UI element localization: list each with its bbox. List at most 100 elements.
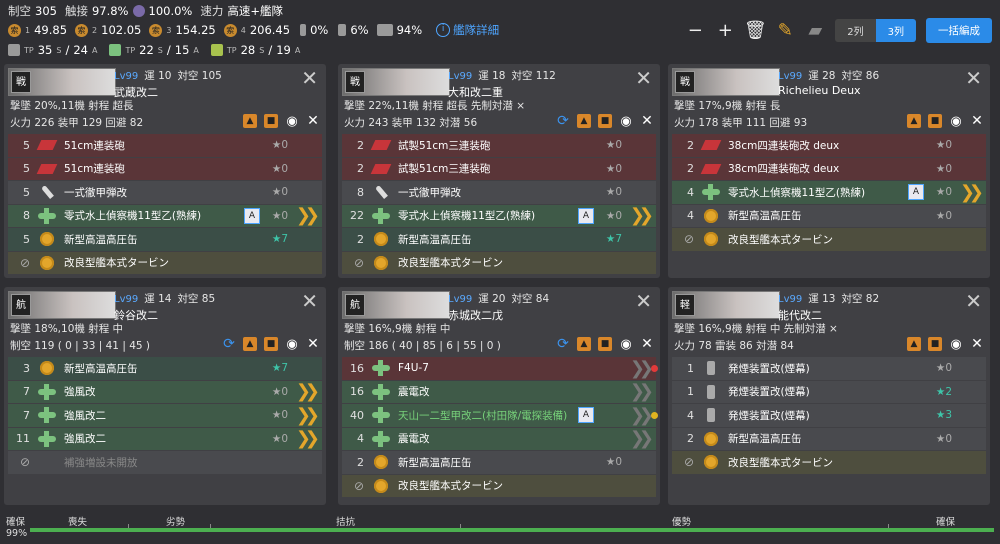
improvement-level: ★0 [935, 162, 952, 175]
equipment-slot[interactable]: 1 発煙装置改(煙幕) ★2 [672, 380, 986, 403]
eye-icon[interactable]: ◉ [285, 337, 299, 352]
supply-icon[interactable]: ▲ [907, 337, 921, 351]
equipment-slot[interactable]: 4 新型高温高圧缶 ★0 [672, 204, 986, 227]
slot-count: 7 [23, 385, 30, 399]
equipment-slot[interactable]: 5 51cm連装砲 ★0 [8, 157, 322, 180]
toolbox-icon[interactable]: ■ [598, 337, 612, 351]
equipment-slot[interactable]: 4 発煙装置改(煙幕) ★3 [672, 404, 986, 427]
clear-equip-icon[interactable]: ✕ [306, 336, 320, 352]
cards-icon[interactable]: ▰ [805, 20, 825, 41]
proficiency-chevron-icon: ❯❯ [959, 181, 984, 203]
refresh-icon[interactable]: ⟳ [222, 336, 236, 352]
equipment-slot[interactable]: 5 一式徹甲弾改 ★0 [8, 181, 322, 204]
fleet-detail-link[interactable]: i 艦隊詳細 [436, 22, 499, 38]
eye-icon[interactable]: ◉ [619, 337, 633, 352]
supply-icon[interactable]: ▲ [577, 114, 591, 128]
equipment-slot[interactable]: 22 零式水上偵察機11型乙(熟練) A ★0 ❯❯ [342, 204, 656, 227]
supply-icon[interactable]: ▲ [243, 114, 257, 128]
bulk-edit-button[interactable]: 一括編成 [926, 18, 992, 43]
supply-icon[interactable]: ▲ [243, 337, 257, 351]
ship-info: Lv99 運 10 対空 105 武蔵改二 [114, 70, 222, 99]
seaplane-icon [38, 430, 56, 447]
los-icon: 索 [149, 23, 163, 37]
equipment-slot[interactable]: ⊘ 補強増設未開放 [8, 451, 322, 474]
toolbox-icon[interactable]: ■ [598, 114, 612, 128]
slot-count: 3 [23, 361, 30, 375]
equipment-slot[interactable]: 2 38cm四連装砲改 deux ★0 [672, 134, 986, 157]
eye-icon[interactable]: ◉ [285, 114, 299, 129]
toolbox-icon[interactable]: ■ [264, 337, 278, 351]
remove-ship-button[interactable]: ✕ [965, 289, 982, 313]
equipment-slot[interactable]: 16 震電改 ❯❯ [342, 380, 656, 403]
remove-ship-button[interactable]: ✕ [965, 66, 982, 90]
supply-icon[interactable]: ▲ [577, 337, 591, 351]
column-toggle: 2列 3列 [835, 19, 916, 42]
equipment-slot[interactable]: 16 F4U-7 ❯❯ [342, 357, 658, 380]
equipment-slot[interactable]: 2 試製51cm三連装砲 ★0 [342, 134, 656, 157]
seaplane-icon [38, 383, 56, 400]
equipment-slot[interactable]: 5 51cm連装砲 ★0 [8, 134, 322, 157]
equipment-slot[interactable]: 7 強風改二 ★0 ❯❯ [8, 404, 322, 427]
plus-button[interactable]: + [715, 20, 735, 41]
col3-button[interactable]: 3列 [875, 19, 916, 42]
clear-equip-icon[interactable]: ✕ [640, 113, 654, 129]
refresh-icon[interactable]: ⟳ [556, 113, 570, 129]
equipment-slot[interactable]: 4 震電改 ❯❯ [342, 427, 656, 450]
ship-banner[interactable]: 戦 [342, 68, 450, 96]
equipment-slot[interactable]: 3 新型高温高圧缶 ★7 [8, 357, 322, 380]
equipment-slot[interactable]: 2 38cm四連装砲改 deux ★0 [672, 157, 986, 180]
toolbox-icon[interactable]: ■ [928, 114, 942, 128]
equipment-slot[interactable]: 11 強風改二 ★0 ❯❯ [8, 427, 322, 450]
clear-equip-icon[interactable]: ✕ [306, 113, 320, 129]
equipment-slot[interactable]: 2 試製51cm三連装砲 ★0 [342, 157, 656, 180]
clear-equip-icon[interactable]: ✕ [970, 336, 984, 352]
ship-banner[interactable]: 航 [342, 291, 450, 319]
eye-icon[interactable]: ◉ [949, 337, 963, 352]
equipment-slot[interactable]: 8 一式徹甲弾改 ★0 [342, 181, 656, 204]
improvement-level: ★0 [935, 362, 952, 375]
equipment-list: 16 F4U-7 ❯❯ 16 震電改 ❯❯ 40 天山一二型甲改二(村田隊/電探装備) A ❯❯ 4… [342, 357, 658, 498]
remove-ship-button[interactable]: ✕ [635, 66, 652, 90]
equipment-slot[interactable]: 7 強風改 ★0 ❯❯ [8, 380, 322, 403]
supply-icon[interactable]: ▲ [907, 114, 921, 128]
toolbox-icon[interactable]: ■ [264, 114, 278, 128]
remove-ship-button[interactable]: ✕ [301, 289, 318, 313]
equipment-slot[interactable]: ⊘ 改良型艦本式タービン [672, 451, 986, 474]
equipment-slot[interactable]: 1 発煙装置改(煙幕) ★0 [672, 357, 986, 380]
clear-equip-icon[interactable]: ✕ [640, 336, 654, 352]
clear-equip-icon[interactable]: ✕ [970, 113, 984, 129]
equipment-name: F4U-7 [398, 362, 429, 375]
equipment-slot[interactable]: 8 零式水上偵察機11型乙(熟練) A ★0 ❯❯ [8, 204, 322, 227]
equipment-slot[interactable]: ⊘ 改良型艦本式タービン [342, 474, 656, 497]
ship-banner[interactable]: 軽 [672, 291, 780, 319]
ship-name[interactable]: 鈴谷改二 [114, 307, 215, 323]
status-dot [651, 411, 658, 419]
ship-banner[interactable]: 戦 [672, 68, 780, 96]
remove-ship-button[interactable]: ✕ [301, 66, 318, 90]
trash-icon[interactable]: 🗑 [744, 20, 767, 41]
remove-ship-button[interactable]: ✕ [635, 289, 652, 313]
eye-icon[interactable]: ◉ [619, 114, 633, 129]
equipment-slot[interactable]: 4 零式水上偵察機11型乙(熟練) A ★0 ❯❯ [672, 181, 986, 204]
equipment-slot[interactable]: 2 新型高温高圧缶 ★0 [672, 427, 986, 450]
edit-note-icon[interactable]: ✎ [775, 20, 795, 41]
equipment-slot[interactable]: ⊘ 改良型艦本式タービン [672, 228, 986, 251]
toolbox-icon[interactable]: ■ [928, 337, 942, 351]
equipment-name: 発煙装置改(煙幕) [728, 362, 810, 375]
ship-name[interactable]: Richelieu Deux [778, 84, 879, 97]
equipment-slot[interactable]: ⊘ 改良型艦本式タービン [342, 251, 656, 274]
ship-banner[interactable]: 航 [8, 291, 116, 319]
sight-icon [132, 5, 145, 17]
equipment-slot[interactable]: 40 天山一二型甲改二(村田隊/電探装備) A ❯❯ [342, 404, 658, 427]
ship-banner[interactable]: 戦 [8, 68, 116, 96]
minus-button[interactable]: − [685, 20, 705, 41]
equipment-slot[interactable]: 2 新型高温高圧缶 ★7 [342, 228, 656, 251]
refresh-icon[interactable]: ⟳ [556, 336, 570, 352]
equipment-name: 改良型艦本式タービン [398, 480, 503, 493]
equipment-slot[interactable]: 2 新型高温高圧缶 ★0 [342, 451, 656, 474]
ship-name[interactable]: 赤城改二戊 [448, 307, 549, 323]
equipment-slot[interactable]: ⊘ 改良型艦本式タービン [8, 251, 322, 274]
col2-button[interactable]: 2列 [835, 19, 876, 42]
eye-icon[interactable]: ◉ [949, 114, 963, 129]
equipment-slot[interactable]: 5 新型高温高圧缶 ★7 [8, 228, 322, 251]
